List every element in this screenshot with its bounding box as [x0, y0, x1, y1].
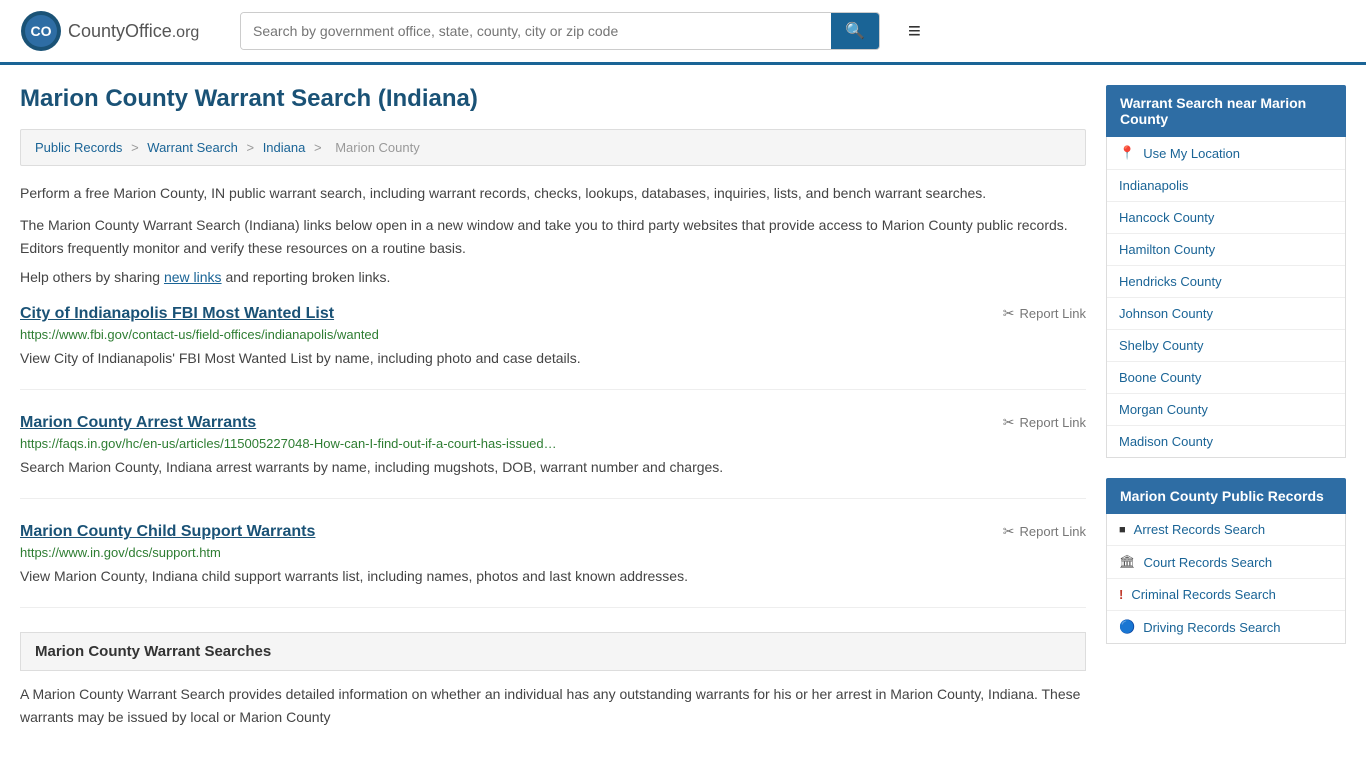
logo-text: CountyOffice.org — [68, 21, 199, 42]
result-desc-3: View Marion County, Indiana child suppor… — [20, 566, 1086, 587]
result-card-1: City of Indianapolis FBI Most Wanted Lis… — [20, 305, 1086, 390]
warrant-searches-section-heading: Marion County Warrant Searches — [20, 632, 1086, 671]
intro-text-2: The Marion County Warrant Search (Indian… — [20, 214, 1086, 259]
sidebar-item-morgan-county[interactable]: Morgan County — [1107, 394, 1345, 426]
search-input[interactable] — [241, 13, 831, 49]
sidebar-item-court-records[interactable]: 🏛 Court Records Search — [1107, 546, 1345, 579]
sidebar: Warrant Search near Marion County 📍 Use … — [1106, 85, 1346, 728]
result-title-2[interactable]: Marion County Arrest Warrants — [20, 414, 256, 432]
sidebar-item-hendricks-county[interactable]: Hendricks County — [1107, 266, 1345, 298]
result-card-2: Marion County Arrest Warrants ✂ Report L… — [20, 414, 1086, 499]
sidebar-item-hamilton-county[interactable]: Hamilton County — [1107, 234, 1345, 266]
result-header-2: Marion County Arrest Warrants ✂ Report L… — [20, 414, 1086, 432]
location-pin-icon: 📍 — [1119, 145, 1135, 161]
sidebar-item-driving-records[interactable]: 🔵 Driving Records Search — [1107, 611, 1345, 643]
report-link-button-3[interactable]: ✂ Report Link — [1003, 523, 1086, 540]
breadcrumb-warrant-search[interactable]: Warrant Search — [147, 140, 238, 155]
sidebar-item-use-my-location[interactable]: 📍 Use My Location — [1107, 137, 1345, 170]
breadcrumb: Public Records > Warrant Search > Indian… — [20, 129, 1086, 166]
result-desc-1: View City of Indianapolis' FBI Most Want… — [20, 348, 1086, 369]
sidebar-item-boone-county[interactable]: Boone County — [1107, 362, 1345, 394]
logo-icon: CO — [20, 10, 62, 52]
result-title-1[interactable]: City of Indianapolis FBI Most Wanted Lis… — [20, 305, 334, 323]
sidebar-item-madison-county[interactable]: Madison County — [1107, 426, 1345, 457]
logo-area: CO CountyOffice.org — [20, 10, 220, 52]
criminal-records-icon: ! — [1119, 587, 1123, 602]
help-text: Help others by sharing new links and rep… — [20, 269, 1086, 285]
result-url-1: https://www.fbi.gov/contact-us/field-off… — [20, 327, 1086, 342]
public-records-list: ■ Arrest Records Search 🏛 Court Records … — [1106, 514, 1346, 644]
page-title: Marion County Warrant Search (Indiana) — [20, 85, 1086, 113]
sidebar-item-johnson-county[interactable]: Johnson County — [1107, 298, 1345, 330]
public-records-heading: Marion County Public Records — [1106, 478, 1346, 514]
section-description: A Marion County Warrant Search provides … — [20, 683, 1086, 728]
sidebar-item-criminal-records[interactable]: ! Criminal Records Search — [1107, 579, 1345, 611]
breadcrumb-sep-3: > — [314, 140, 325, 155]
report-icon-3: ✂ — [1003, 523, 1015, 540]
search-icon: 🔍 — [845, 23, 865, 40]
nearby-heading: Warrant Search near Marion County — [1106, 85, 1346, 137]
sidebar-item-arrest-records[interactable]: ■ Arrest Records Search — [1107, 514, 1345, 546]
new-links-link[interactable]: new links — [164, 269, 222, 285]
breadcrumb-current: Marion County — [335, 140, 420, 155]
search-bar: 🔍 — [240, 12, 880, 50]
sidebar-item-shelby-county[interactable]: Shelby County — [1107, 330, 1345, 362]
search-button[interactable]: 🔍 — [831, 13, 879, 49]
result-header-3: Marion County Child Support Warrants ✂ R… — [20, 523, 1086, 541]
intro-text-1: Perform a free Marion County, IN public … — [20, 182, 1086, 204]
report-icon-1: ✂ — [1003, 305, 1015, 322]
result-header-1: City of Indianapolis FBI Most Wanted Lis… — [20, 305, 1086, 323]
breadcrumb-sep-2: > — [246, 140, 257, 155]
court-records-icon: 🏛 — [1119, 554, 1136, 570]
hamburger-icon: ≡ — [908, 18, 921, 43]
svg-text:CO: CO — [31, 23, 52, 39]
arrest-records-icon: ■ — [1119, 524, 1126, 536]
sidebar-item-indianapolis[interactable]: Indianapolis — [1107, 170, 1345, 202]
result-card-3: Marion County Child Support Warrants ✂ R… — [20, 523, 1086, 608]
report-link-button-2[interactable]: ✂ Report Link — [1003, 414, 1086, 431]
result-desc-2: Search Marion County, Indiana arrest war… — [20, 457, 1086, 478]
nearby-section: Warrant Search near Marion County 📍 Use … — [1106, 85, 1346, 458]
breadcrumb-sep-1: > — [131, 140, 142, 155]
breadcrumb-public-records[interactable]: Public Records — [35, 140, 122, 155]
content-area: Marion County Warrant Search (Indiana) P… — [20, 85, 1086, 728]
sidebar-item-hancock-county[interactable]: Hancock County — [1107, 202, 1345, 234]
breadcrumb-indiana[interactable]: Indiana — [263, 140, 306, 155]
driving-records-icon: 🔵 — [1119, 619, 1135, 635]
report-link-button-1[interactable]: ✂ Report Link — [1003, 305, 1086, 322]
result-url-3: https://www.in.gov/dcs/support.htm — [20, 545, 1086, 560]
nearby-list: 📍 Use My Location Indianapolis Hancock C… — [1106, 137, 1346, 458]
result-url-2: https://faqs.in.gov/hc/en-us/articles/11… — [20, 436, 1086, 451]
site-header: CO CountyOffice.org 🔍 ≡ — [0, 0, 1366, 65]
menu-button[interactable]: ≡ — [900, 14, 929, 48]
public-records-section: Marion County Public Records ■ Arrest Re… — [1106, 478, 1346, 644]
report-icon-2: ✂ — [1003, 414, 1015, 431]
result-title-3[interactable]: Marion County Child Support Warrants — [20, 523, 315, 541]
main-container: Marion County Warrant Search (Indiana) P… — [0, 65, 1366, 748]
